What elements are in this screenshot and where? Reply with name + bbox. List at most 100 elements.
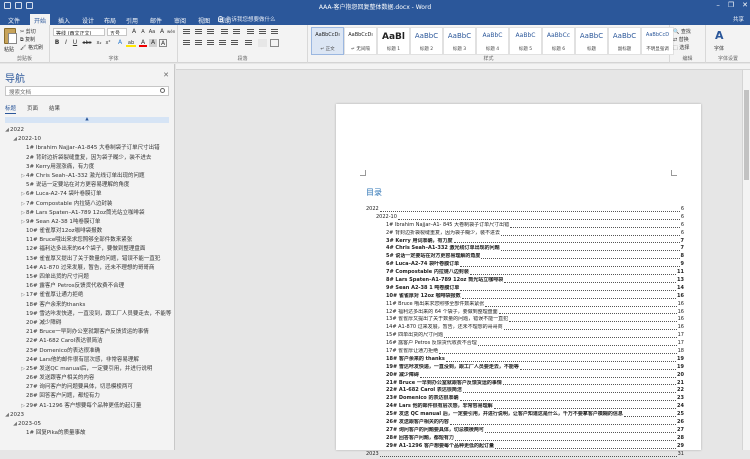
- toc-entry[interactable]: 29# A1-1296 客户想要每个品种更低的起订量 29: [366, 443, 684, 451]
- shrink-font-button[interactable]: A: [139, 28, 147, 36]
- minimize-button[interactable]: –: [716, 1, 720, 9]
- nav-heading-item[interactable]: 2# 背封边折袋裂缝重复，因为袋子糊少，装不进去: [4, 154, 172, 163]
- toc-entry[interactable]: 6# Luca–A2-74 袋叶卷膜订单 9: [366, 261, 684, 269]
- toc-entry[interactable]: 27# 询问客户的问题要具体，切忌模棱两可 27: [366, 427, 684, 435]
- ribbon-tab[interactable]: 引用: [122, 14, 142, 25]
- font-setting-button[interactable]: 字体: [714, 45, 724, 52]
- ribbon-tab[interactable]: 设计: [78, 14, 98, 25]
- italic-button[interactable]: I: [62, 39, 70, 47]
- distributed-icon[interactable]: [230, 39, 239, 47]
- nav-heading-item[interactable]: 23# Domenico的表达很准确: [4, 347, 172, 356]
- nav-heading-item[interactable]: ▷4# Chris Seah–A1-332 激光线订单出现的问题: [4, 172, 172, 181]
- style-item[interactable]: AaBbCcDı ↵ 正文: [311, 27, 344, 55]
- text-effects-button[interactable]: A: [116, 39, 124, 47]
- shading-icon[interactable]: [258, 39, 267, 47]
- close-button[interactable]: ✕: [742, 1, 748, 9]
- strikethrough-button[interactable]: abc: [81, 39, 93, 47]
- ribbon-tab[interactable]: 文件: [4, 14, 24, 25]
- toc-entry[interactable]: 2023 31: [366, 451, 684, 459]
- increase-indent-icon[interactable]: [232, 28, 241, 36]
- line-spacing-icon[interactable]: [244, 39, 253, 47]
- nav-heading-item[interactable]: ▷6# Luca-A2-74 袋叶卷膜订单: [4, 190, 172, 199]
- toc-entry[interactable]: 11# Bruce 哦出来求您照够全部件数来紧张 16: [366, 301, 684, 309]
- font-size-dropdown[interactable]: 五号: [107, 28, 127, 36]
- document-page[interactable]: 目录 2022 6 2022-10 6 1# Ibrahim Najjar–A1- 84…: [336, 104, 701, 457]
- underline-button[interactable]: U: [71, 39, 79, 47]
- toc-entry[interactable]: 15# 四单出货的尺寸问题 17: [366, 332, 684, 340]
- toc-entry[interactable]: 22# A1-682 Carol 表达很简洁 22: [366, 387, 684, 395]
- nav-heading-item[interactable]: 10# 雀雀厚对12oz咖啡袋报数: [4, 227, 172, 236]
- nav-tab[interactable]: 标题: [5, 104, 17, 114]
- nav-heading-item[interactable]: 21# Bruce一早到办公室就跟客户反馈货运的事情: [4, 328, 172, 337]
- multilevel-list-icon[interactable]: [206, 28, 215, 36]
- subscript-button[interactable]: x₂: [95, 39, 103, 47]
- restore-button[interactable]: ❐: [728, 1, 734, 9]
- nav-heading-item[interactable]: 1# Ibrahim Najjar–A1-845 大卷制袋子订单尺寸出错: [4, 144, 172, 153]
- nav-heading-item[interactable]: 14# A1-870 过来发展，暂告，还未不理想的哥哥商: [4, 264, 172, 273]
- tell-me-box[interactable]: 告诉我您想要做什么: [218, 15, 276, 23]
- font-name-dropdown[interactable]: 等线 (西文正文): [53, 28, 105, 36]
- search-icon[interactable]: [160, 88, 165, 93]
- numbering-icon[interactable]: [194, 28, 203, 36]
- highlight-button[interactable]: ab: [126, 39, 136, 47]
- ribbon-tab[interactable]: 审阅: [170, 14, 190, 25]
- toc-entry[interactable]: 23# Domenico 的表达很准确 23: [366, 395, 684, 403]
- style-item[interactable]: AaBbC 标题 3: [443, 27, 476, 55]
- decrease-indent-icon[interactable]: [220, 28, 229, 36]
- nav-heading-item[interactable]: 26# 发送跟客户相关的内容: [4, 374, 172, 383]
- nav-heading-item[interactable]: ▷8# Lars Spaten–A1-789 12oz筒光站立咖啡袋: [4, 209, 172, 218]
- nav-heading-item[interactable]: ◢2023: [4, 411, 172, 420]
- nav-heading-item[interactable]: ▷25# 发送QC manual后，一定要引用，并进行说明: [4, 365, 172, 374]
- grow-font-button[interactable]: A: [130, 28, 138, 36]
- style-item[interactable]: AaBbC 标题 5: [509, 27, 542, 55]
- nav-heading-item[interactable]: 12# 福利达多出来的64个袋子，要做到整理盘面: [4, 245, 172, 254]
- font-color-button[interactable]: A: [139, 39, 147, 47]
- style-item[interactable]: AaBbC 副标题: [608, 27, 641, 55]
- nav-heading-item[interactable]: 16# 露客户 Petros反馈货代收费不合理: [4, 282, 172, 291]
- toc-entry[interactable]: 20# 减少障碍 20: [366, 372, 684, 380]
- toc-entry[interactable]: 24# Lars 他的邮件很有层次感，非常容易理解 24: [366, 403, 684, 411]
- toc-entry[interactable]: 9# Sean A2-38 1 吨卷膜订单 14: [366, 285, 684, 293]
- toc-entry[interactable]: 2022 6: [366, 206, 684, 214]
- nav-heading-item[interactable]: 18# 客户余来的thanks: [4, 301, 172, 310]
- nav-heading-item[interactable]: 22# A1-682 Carol表达很简洁: [4, 337, 172, 346]
- toc-entry[interactable]: 19# 雪达咔发快递，一直没到，跟工厂人员要走去，不能等 19: [366, 364, 684, 372]
- nav-heading-item[interactable]: ◢2022-10: [4, 135, 172, 144]
- clear-formatting-button[interactable]: A: [158, 28, 166, 36]
- share-button[interactable]: 共享: [733, 15, 744, 23]
- toc-entry[interactable]: 2# 背封边折袋裂缝重复，因为袋子糊少，装不进去 6: [366, 230, 684, 238]
- nav-heading-item[interactable]: 24# Lars他的邮件很有层次感，非常容易理解: [4, 356, 172, 365]
- align-center-icon[interactable]: [194, 39, 203, 47]
- cut-button[interactable]: ✂ 剪切: [20, 28, 36, 35]
- style-item[interactable]: AaBbCc 标题 6: [542, 27, 575, 55]
- style-item[interactable]: AaBl 标题 1: [377, 27, 410, 55]
- show-marks-icon[interactable]: [270, 28, 279, 36]
- align-left-icon[interactable]: [182, 39, 191, 47]
- toc-entry[interactable]: 5# 说话一定要站在对方更容易理解的角度 8: [366, 253, 684, 261]
- style-item[interactable]: AaBbC 标题 4: [476, 27, 509, 55]
- nav-heading-item[interactable]: 11# Bruce哦出来求您照够全部件数来紧张: [4, 236, 172, 245]
- ribbon-tab[interactable]: 插入: [54, 14, 74, 25]
- style-item[interactable]: AaBbC 标题 2: [410, 27, 443, 55]
- nav-heading-item[interactable]: ▷9# Sean A2-38 1吨卷膜订单: [4, 218, 172, 227]
- nav-heading-item[interactable]: ▷7# Compostable 内拉链八边封装: [4, 200, 172, 209]
- toc-entry[interactable]: 25# 发送 QC manual 后，一定要引用，并进行说明，让客户知道这是什么…: [366, 411, 684, 419]
- nav-scroll-up-button[interactable]: ▲: [5, 117, 169, 123]
- toc-entry[interactable]: 8# Lars Spaten–A1-789 12oz 筒光站立咖啡袋 13: [366, 277, 684, 285]
- nav-heading-item[interactable]: 15# 四单出货的尺寸问题: [4, 273, 172, 282]
- toc-entry[interactable]: 14# A1-870 过来发展，暂告，还未不理想的哥哥商 16: [366, 324, 684, 332]
- nav-heading-item[interactable]: 27# 询问客户的问题要具体，切忌模棱两可: [4, 383, 172, 392]
- toc-entry[interactable]: 18# 客户余来的 thanks 19: [366, 356, 684, 364]
- style-item[interactable]: AaBbCcDı ↵ 无间隔: [344, 27, 377, 55]
- style-item[interactable]: AaBbC 标题: [575, 27, 608, 55]
- sort-icon[interactable]: [258, 28, 267, 36]
- align-right-icon[interactable]: [206, 39, 215, 47]
- nav-search-input[interactable]: 搜索文档: [5, 86, 169, 96]
- toc-entry[interactable]: 7# Compostable 内拉链八边封装 11: [366, 269, 684, 277]
- scrollbar-thumb[interactable]: [744, 90, 749, 180]
- toc-entry[interactable]: 2022-10 6: [366, 214, 684, 222]
- nav-tab[interactable]: 结果: [49, 104, 60, 114]
- toc-entry[interactable]: 1# Ibrahim Najjar–A1- 845 大卷制袋子订单尺寸出错 6: [366, 222, 684, 230]
- replace-button[interactable]: ⇄ 替换: [673, 36, 689, 43]
- paste-button[interactable]: 粘贴: [4, 46, 14, 53]
